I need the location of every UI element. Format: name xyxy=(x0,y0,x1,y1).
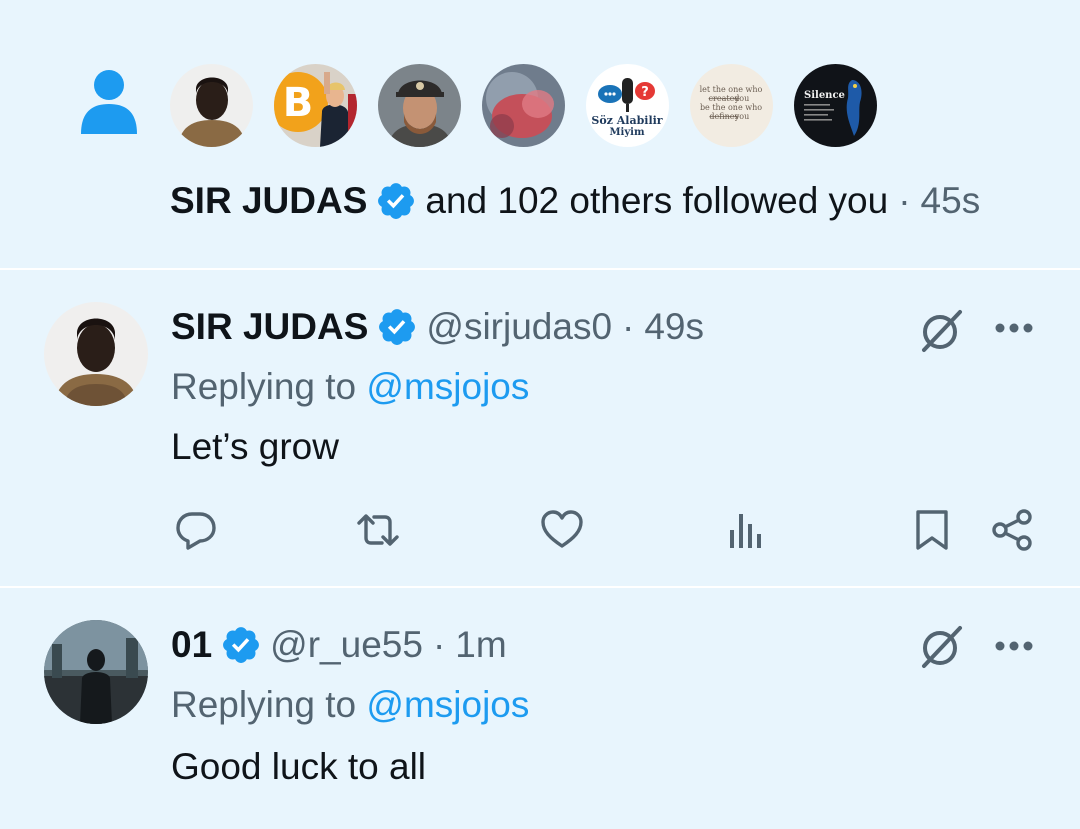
grok-icon[interactable] xyxy=(918,306,966,354)
svg-text:Silence: Silence xyxy=(804,90,845,101)
follow-text: and 102 others followed you xyxy=(425,180,889,221)
verified-badge-icon xyxy=(223,627,260,663)
tweet-header: SIR JUDAS @sirjudas0 · 49s xyxy=(171,306,704,348)
follower-avatar[interactable] xyxy=(378,64,461,147)
separator-dot: · xyxy=(622,306,635,347)
svg-text:let the one who: let the one who xyxy=(700,85,763,94)
timestamp[interactable]: 1m xyxy=(455,624,506,666)
views-icon[interactable] xyxy=(725,508,769,552)
reply-icon[interactable] xyxy=(174,508,218,552)
more-options-icon[interactable] xyxy=(994,640,1034,652)
avatar[interactable] xyxy=(44,620,148,724)
timestamp[interactable]: 45s xyxy=(921,180,981,222)
svg-text:B: B xyxy=(283,80,314,126)
bookmark-icon[interactable] xyxy=(910,508,954,552)
mention-link[interactable]: @msjojos xyxy=(366,684,529,725)
reply-tweet[interactable]: SIR JUDAS @sirjudas0 · 49s Replying to @… xyxy=(0,270,1080,586)
mention-link[interactable]: @msjojos xyxy=(366,366,529,407)
grok-icon[interactable] xyxy=(918,622,966,670)
follower-avatar[interactable] xyxy=(170,64,253,147)
follower-avatar[interactable] xyxy=(482,64,565,147)
follow-summary: SIR JUDAS and 102 others followed you · … xyxy=(170,180,980,222)
replying-to: Replying to @msjojos xyxy=(171,684,529,726)
replying-prefix: Replying to xyxy=(171,366,357,407)
follower-avatars: B ? Söz Alabilir Miyim let the one who c… xyxy=(170,64,877,147)
author-handle[interactable]: @r_ue55 xyxy=(270,624,423,666)
tweet-text: Let’s grow xyxy=(171,426,339,467)
reply-tweet[interactable]: 01 @r_ue55 · 1m Replying to @msjojos Goo… xyxy=(0,588,1080,829)
svg-text:Söz Alabilir: Söz Alabilir xyxy=(591,114,662,127)
replying-to: Replying to @msjojos xyxy=(171,366,529,408)
svg-text:you: you xyxy=(734,112,750,121)
author-handle[interactable]: @sirjudas0 xyxy=(426,306,612,348)
svg-text:?: ? xyxy=(641,85,649,100)
svg-text:be the one who: be the one who xyxy=(700,103,762,112)
author-name[interactable]: 01 xyxy=(171,624,212,666)
share-icon[interactable] xyxy=(990,508,1034,552)
follower-avatar[interactable]: let the one who created you be the one w… xyxy=(690,64,773,147)
separator-dot: · xyxy=(898,180,911,221)
repost-icon[interactable] xyxy=(356,508,400,552)
like-icon[interactable] xyxy=(540,508,584,552)
tweet-header: 01 @r_ue55 · 1m xyxy=(171,624,507,666)
tweet-text: Good luck to all xyxy=(171,746,427,787)
separator-dot: · xyxy=(432,624,446,665)
svg-text:you: you xyxy=(734,94,750,103)
more-options-icon[interactable] xyxy=(994,322,1034,334)
action-bar xyxy=(0,508,1080,558)
author-name[interactable]: SIR JUDAS xyxy=(171,306,368,348)
person-icon xyxy=(81,70,137,134)
follower-avatar[interactable]: B xyxy=(274,64,357,147)
follower-name[interactable]: SIR JUDAS xyxy=(170,180,367,222)
timestamp[interactable]: 49s xyxy=(644,306,704,348)
svg-text:Miyim: Miyim xyxy=(609,127,644,138)
follower-avatar[interactable]: Silence xyxy=(794,64,877,147)
follower-avatar[interactable]: ? Söz Alabilir Miyim xyxy=(586,64,669,147)
avatar[interactable] xyxy=(44,302,148,406)
verified-badge-icon xyxy=(378,183,415,219)
replying-prefix: Replying to xyxy=(171,684,357,725)
follow-notification[interactable]: B ? Söz Alabilir Miyim let the one who c… xyxy=(0,0,1080,268)
verified-badge-icon xyxy=(379,309,416,345)
